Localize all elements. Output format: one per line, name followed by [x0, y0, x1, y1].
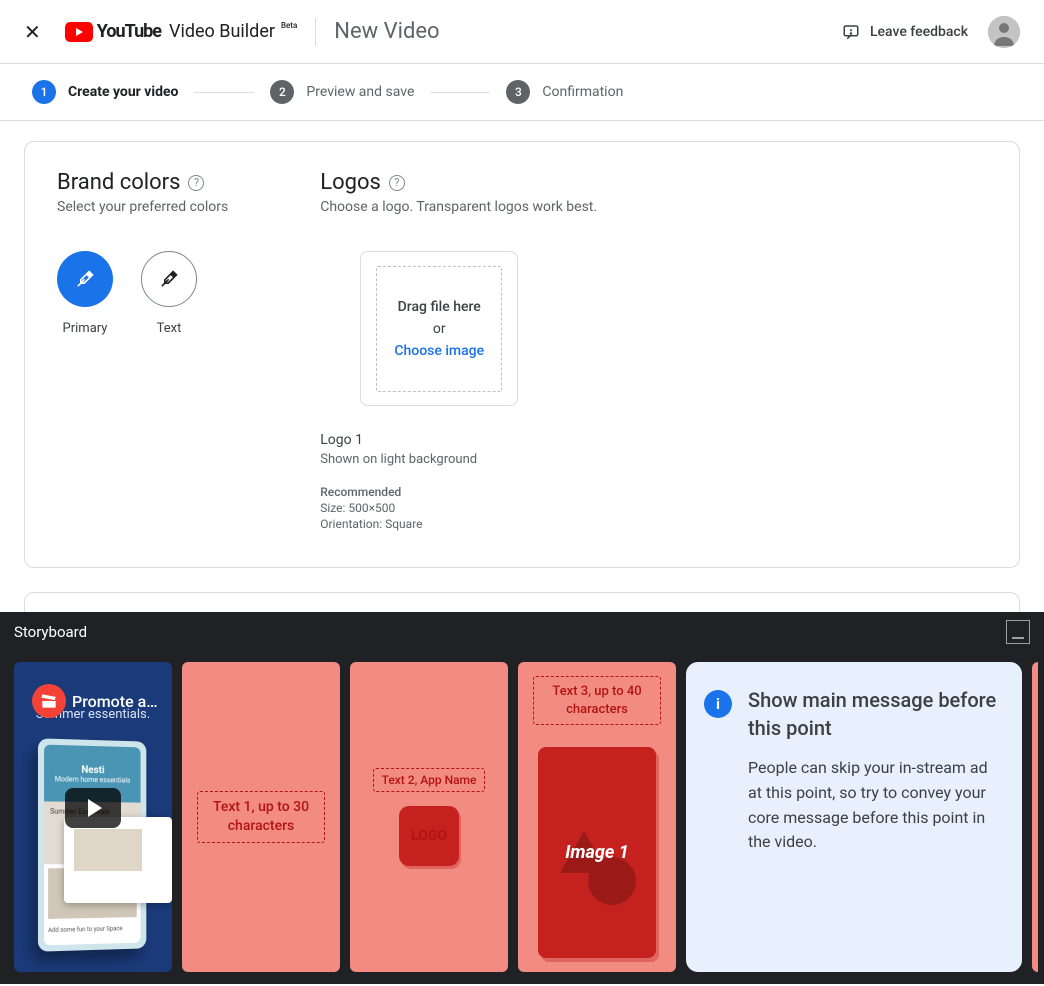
- storyboard-frame-1[interactable]: Promote a… Summer essentials. NestiModer…: [14, 662, 172, 972]
- storyboard-frame-2[interactable]: Text 1, up to 30 characters: [182, 662, 340, 972]
- storyboard-title: Storyboard: [14, 623, 87, 641]
- or-text: or: [433, 321, 446, 337]
- storyboard-frame-next[interactable]: [1032, 662, 1038, 972]
- youtube-logo-icon: [65, 22, 93, 42]
- feedback-icon: [842, 23, 860, 41]
- info-icon: i: [704, 690, 732, 718]
- step-2[interactable]: 2 Preview and save: [270, 80, 414, 104]
- storyboard-frame-3[interactable]: Text 2, App Name LOGO: [350, 662, 508, 972]
- help-icon[interactable]: ?: [188, 175, 204, 191]
- logo1-size: Size: 500×500: [320, 501, 597, 515]
- avatar[interactable]: [988, 16, 1020, 48]
- brand-videobuilder: Video Builder: [169, 21, 275, 42]
- logo1-label: Logo 1: [320, 432, 597, 448]
- text-label: Text: [157, 321, 182, 336]
- frame1-title: Promote a…: [72, 692, 158, 711]
- text-3-placeholder[interactable]: Text 3, up to 40 characters: [533, 676, 661, 725]
- eyedropper-icon: [159, 269, 179, 289]
- primary-label: Primary: [63, 321, 108, 336]
- minimize-button[interactable]: [1006, 620, 1030, 644]
- brand-colors-title: Brand colors: [57, 170, 180, 195]
- brand-colors-section: Brand colors ? Select your preferred col…: [57, 170, 228, 531]
- director-icon: [32, 684, 66, 718]
- primary-color-swatch[interactable]: [57, 251, 113, 307]
- logo1-recommended: Recommended: [320, 485, 597, 499]
- drag-text: Drag file here: [398, 299, 481, 315]
- logos-subtitle: Choose a logo. Transparent logos work be…: [320, 199, 597, 215]
- tip-title: Show main message before this point: [748, 686, 998, 742]
- brand-card: Brand colors ? Select your preferred col…: [24, 141, 1020, 568]
- logos-section: Logos ? Choose a logo. Transparent logos…: [320, 170, 597, 531]
- app-header: ✕ YouTube Video Builder Beta New Video L…: [0, 0, 1044, 64]
- brand: YouTube Video Builder Beta: [65, 21, 298, 42]
- text-1-placeholder[interactable]: Text 1, up to 30 characters: [197, 791, 325, 843]
- storyboard-tip: i Show main message before this point Pe…: [686, 662, 1022, 972]
- leave-feedback-button[interactable]: Leave feedback: [842, 23, 968, 41]
- brand-colors-subtitle: Select your preferred colors: [57, 199, 228, 215]
- overlay-card: [64, 817, 172, 903]
- close-icon[interactable]: ✕: [24, 20, 41, 44]
- play-button[interactable]: [65, 788, 121, 828]
- text-color-pick: Text: [141, 251, 197, 336]
- logo-dropzone[interactable]: Drag file here or Choose image: [360, 251, 518, 406]
- primary-color-pick: Primary: [57, 251, 113, 336]
- feedback-label: Leave feedback: [870, 24, 968, 40]
- logo1-shown: Shown on light background: [320, 452, 597, 467]
- storyboard-frame-4[interactable]: Text 3, up to 40 characters Image 1: [518, 662, 676, 972]
- divider: [194, 92, 254, 93]
- storyboard-panel: Storyboard Promote a… Summer essentials.…: [0, 612, 1044, 984]
- divider: [430, 92, 490, 93]
- beta-badge: Beta: [281, 21, 297, 30]
- logo1-orientation: Orientation: Square: [320, 517, 597, 531]
- logo-placeholder[interactable]: LOGO: [399, 806, 459, 866]
- stepper: 1 Create your video 2 Preview and save 3…: [0, 64, 1044, 121]
- help-icon[interactable]: ?: [389, 175, 405, 191]
- step-1[interactable]: 1 Create your video: [32, 80, 178, 104]
- step-3[interactable]: 3 Confirmation: [506, 80, 623, 104]
- eyedropper-icon: [75, 269, 95, 289]
- tip-body: People can skip your in-stream ad at thi…: [748, 756, 998, 855]
- divider: [315, 18, 316, 46]
- page-title: New Video: [334, 19, 439, 44]
- brand-youtube: YouTube: [97, 21, 161, 42]
- choose-image-button[interactable]: Choose image: [394, 343, 484, 359]
- text-2-placeholder[interactable]: Text 2, App Name: [373, 768, 486, 792]
- logos-title: Logos: [320, 170, 381, 195]
- image-1-placeholder[interactable]: Image 1: [538, 747, 656, 958]
- text-color-swatch[interactable]: [141, 251, 197, 307]
